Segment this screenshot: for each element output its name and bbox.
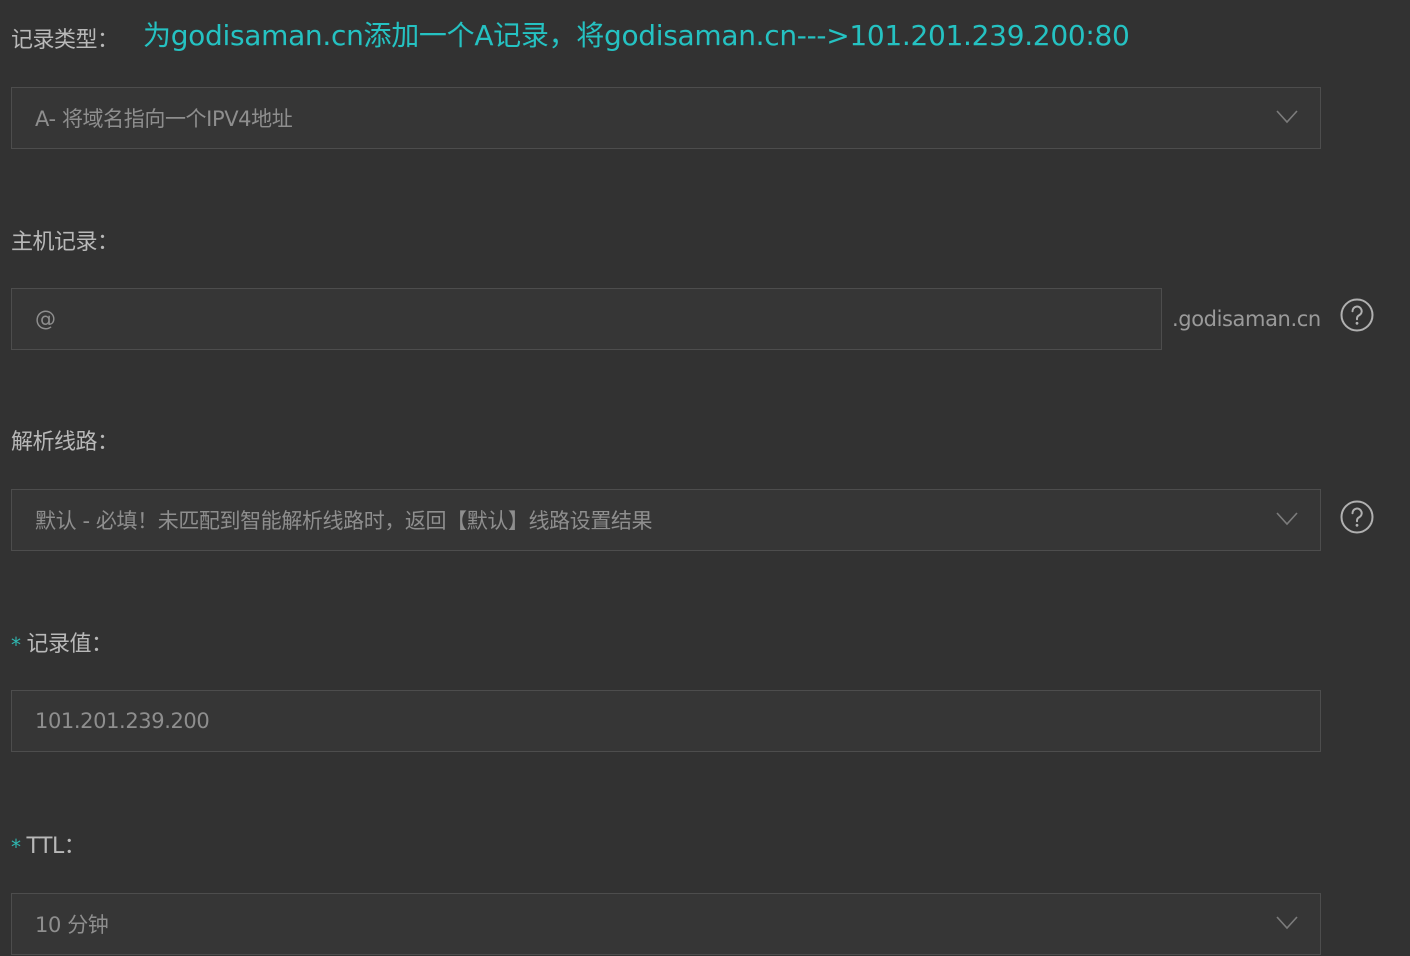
resolve-line-label: 解析线路：	[11, 430, 119, 455]
chevron-down-icon	[1276, 110, 1298, 124]
record-value-input[interactable]: 101.201.239.200	[11, 690, 1321, 752]
domain-suffix: .godisaman.cn	[1172, 307, 1321, 331]
ttl-label-row: * TTL：	[11, 834, 86, 859]
required-mark: *	[11, 633, 21, 657]
record-value-label: 记录值：	[26, 632, 114, 657]
ttl-select[interactable]: 10 分钟	[11, 893, 1321, 955]
question-circle-icon[interactable]	[1340, 500, 1374, 534]
chevron-down-icon	[1276, 916, 1298, 930]
dns-record-form: 记录类型： 为godisaman.cn添加一个A记录，将godisaman.cn…	[0, 0, 1410, 956]
record-type-label: 记录类型：	[11, 28, 119, 53]
host-record-label: 主机记录：	[11, 230, 119, 255]
chevron-down-icon	[1276, 512, 1298, 526]
host-record-value: @	[35, 307, 56, 331]
required-mark: *	[11, 835, 21, 859]
record-type-select[interactable]: A- 将域名指向一个IPV4地址	[11, 87, 1321, 149]
ttl-value: 10 分钟	[35, 913, 109, 937]
resolve-line-select[interactable]: 默认 - 必填！未匹配到智能解析线路时，返回【默认】线路设置结果	[11, 489, 1321, 551]
ttl-label: TTL：	[26, 834, 86, 859]
record-type-value: A- 将域名指向一个IPV4地址	[35, 107, 293, 131]
question-circle-icon[interactable]	[1340, 298, 1374, 332]
record-type-annotation: 为godisaman.cn添加一个A记录，将godisaman.cn--->10…	[143, 19, 1130, 52]
record-value-value: 101.201.239.200	[35, 709, 210, 733]
host-record-input[interactable]: @	[11, 288, 1162, 350]
record-value-label-row: * 记录值：	[11, 634, 113, 656]
resolve-line-value: 默认 - 必填！未匹配到智能解析线路时，返回【默认】线路设置结果	[35, 509, 653, 533]
